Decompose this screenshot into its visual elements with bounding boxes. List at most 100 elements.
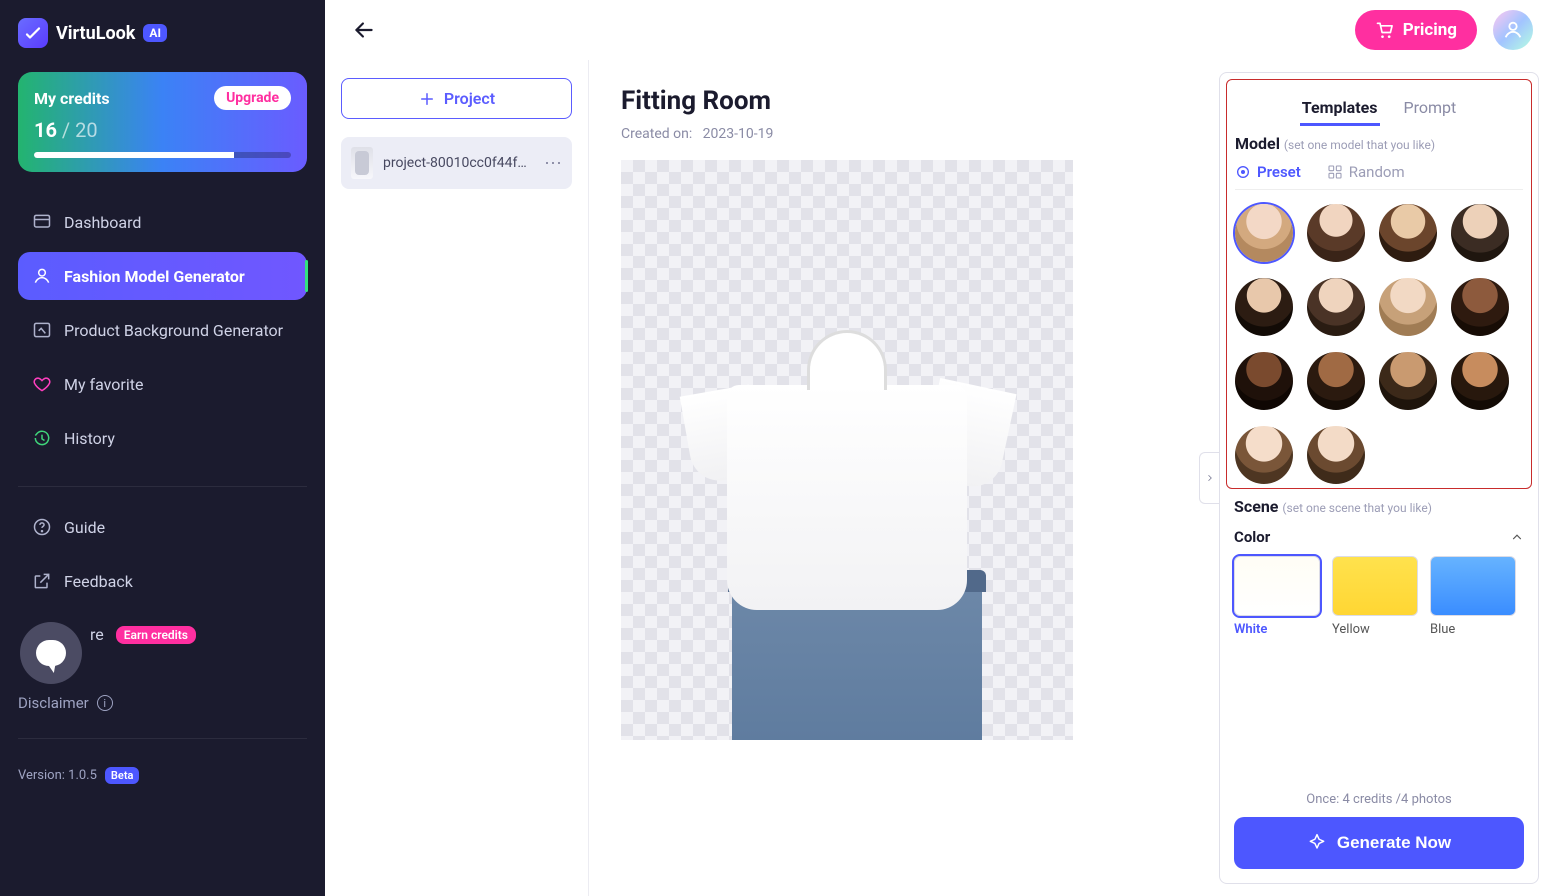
preset-label: Preset bbox=[1257, 163, 1301, 181]
model-avatar[interactable] bbox=[1379, 352, 1437, 410]
cart-icon bbox=[1375, 20, 1395, 40]
templates-panel: Templates Prompt Model (set one model th… bbox=[1219, 72, 1539, 884]
preset-icon bbox=[1235, 164, 1251, 180]
project-item[interactable]: project-80010cc0f44f4dfc ⋯ bbox=[341, 137, 572, 189]
chevron-right-icon bbox=[1205, 471, 1215, 485]
color-swatch[interactable]: Yellow bbox=[1332, 556, 1418, 637]
brand-name: VirtuLook bbox=[56, 23, 135, 44]
back-button[interactable] bbox=[351, 17, 377, 43]
sidebar-item-guide[interactable]: Guide bbox=[18, 503, 307, 551]
plus-icon bbox=[418, 90, 436, 108]
chevron-up-icon bbox=[1510, 530, 1524, 544]
swatch-label: Blue bbox=[1430, 622, 1516, 637]
model-avatar[interactable] bbox=[1307, 278, 1365, 336]
image-icon bbox=[32, 320, 52, 340]
pricing-label: Pricing bbox=[1403, 20, 1457, 40]
main: Pricing Project project-80010cc0f44f4dfc… bbox=[325, 0, 1557, 896]
sidebar-item-label: Guide bbox=[64, 518, 105, 537]
disclaimer-link[interactable]: Disclaimer i bbox=[18, 694, 307, 712]
projects-column: Project project-80010cc0f44f4dfc ⋯ bbox=[325, 60, 589, 896]
credits-card: My credits Upgrade 16 / 20 bbox=[18, 72, 307, 172]
footer-hint: Once: 4 credits /4 photos bbox=[1234, 792, 1524, 807]
scene-section-header: Scene (set one scene that you like) bbox=[1220, 489, 1538, 516]
upgrade-button[interactable]: Upgrade bbox=[214, 86, 291, 110]
tab-prompt[interactable]: Prompt bbox=[1402, 92, 1459, 126]
sidebar-item-label: Feedback bbox=[64, 572, 133, 591]
model-avatar[interactable] bbox=[1379, 204, 1437, 262]
expand-panel-toggle[interactable] bbox=[1199, 452, 1219, 504]
generate-label: Generate Now bbox=[1337, 833, 1451, 853]
sidebar-item-favorite[interactable]: My favorite bbox=[18, 360, 307, 408]
scene-hint: (set one scene that you like) bbox=[1282, 501, 1432, 515]
topbar: Pricing bbox=[325, 0, 1557, 60]
sidebar-item-history[interactable]: History bbox=[18, 414, 307, 462]
user-icon bbox=[1502, 19, 1524, 41]
model-avatar[interactable] bbox=[1451, 278, 1509, 336]
model-grid bbox=[1235, 204, 1523, 484]
project-more-icon[interactable]: ⋯ bbox=[544, 153, 562, 174]
created-label: Created on: bbox=[621, 126, 692, 142]
workspace: Project project-80010cc0f44f4dfc ⋯ Fitti… bbox=[325, 60, 1557, 896]
sidebar-item-fashion[interactable]: Fashion Model Generator bbox=[18, 252, 307, 300]
generate-button[interactable]: Generate Now bbox=[1234, 817, 1524, 869]
credits-total: 20 bbox=[75, 118, 97, 142]
sidebar-item-product-bg[interactable]: Product Background Generator bbox=[18, 306, 307, 354]
history-icon bbox=[32, 428, 52, 448]
sidebar-item-label: Dashboard bbox=[64, 213, 141, 232]
model-avatar[interactable] bbox=[1451, 204, 1509, 262]
divider bbox=[18, 738, 307, 739]
swatch-label: Yellow bbox=[1332, 622, 1418, 637]
highlight-box: Templates Prompt Model (set one model th… bbox=[1226, 79, 1532, 489]
disclaimer-label: Disclaimer bbox=[18, 694, 89, 712]
swatch-preview bbox=[1430, 556, 1516, 616]
tab-templates[interactable]: Templates bbox=[1300, 92, 1380, 126]
chat-fab[interactable] bbox=[20, 622, 82, 684]
sidebar-item-label: Product Background Generator bbox=[64, 321, 283, 340]
model-avatar[interactable] bbox=[1235, 426, 1293, 484]
credits-count: 16 / 20 bbox=[34, 118, 291, 142]
panel-tabs: Templates Prompt bbox=[1235, 92, 1523, 126]
swatch-preview bbox=[1234, 556, 1320, 616]
random-label: Random bbox=[1349, 163, 1405, 181]
beta-pill: Beta bbox=[105, 767, 140, 784]
earn-credits-pill[interactable]: Earn credits bbox=[116, 626, 196, 644]
sidebar: VirtuLook AI My credits Upgrade 16 / 20 … bbox=[0, 0, 325, 896]
model-avatar[interactable] bbox=[1379, 278, 1437, 336]
nav: Dashboard Fashion Model Generator Produc… bbox=[18, 198, 307, 784]
heart-icon bbox=[32, 374, 52, 394]
add-project-label: Project bbox=[444, 89, 495, 108]
color-swatch[interactable]: White bbox=[1234, 556, 1320, 637]
created-on: Created on: 2023-10-19 bbox=[621, 126, 1187, 142]
preset-option[interactable]: Preset bbox=[1235, 163, 1301, 181]
random-icon bbox=[1327, 164, 1343, 180]
sidebar-item-dashboard[interactable]: Dashboard bbox=[18, 198, 307, 246]
avatar[interactable] bbox=[1493, 10, 1533, 50]
model-title: Model bbox=[1235, 134, 1280, 153]
credits-title: My credits bbox=[34, 89, 110, 108]
color-header[interactable]: Color bbox=[1220, 528, 1538, 546]
project-name: project-80010cc0f44f4dfc bbox=[383, 155, 534, 171]
sidebar-item-feedback[interactable]: Feedback bbox=[18, 557, 307, 605]
sidebar-item-label: My favorite bbox=[64, 375, 143, 394]
model-avatar[interactable] bbox=[1235, 352, 1293, 410]
logo[interactable]: VirtuLook AI bbox=[18, 18, 307, 48]
model-avatar[interactable] bbox=[1235, 204, 1293, 262]
version: Version: 1.0.5 Beta bbox=[18, 767, 307, 784]
model-avatar[interactable] bbox=[1307, 352, 1365, 410]
model-avatar[interactable] bbox=[1307, 204, 1365, 262]
model-avatar[interactable] bbox=[1235, 278, 1293, 336]
swatch-label: White bbox=[1234, 622, 1320, 637]
swatch-preview bbox=[1332, 556, 1418, 616]
color-title: Color bbox=[1234, 528, 1270, 546]
color-swatch[interactable]: Blue bbox=[1430, 556, 1516, 637]
random-option[interactable]: Random bbox=[1327, 163, 1405, 181]
add-project-button[interactable]: Project bbox=[341, 78, 572, 119]
sidebar-item-label: History bbox=[64, 429, 115, 448]
divider bbox=[18, 486, 307, 487]
model-avatar[interactable] bbox=[1307, 426, 1365, 484]
model-avatar[interactable] bbox=[1451, 352, 1509, 410]
pricing-button[interactable]: Pricing bbox=[1355, 10, 1477, 50]
scene-title: Scene bbox=[1234, 497, 1278, 516]
canvas[interactable] bbox=[621, 160, 1073, 740]
sparkle-icon bbox=[1307, 833, 1327, 853]
